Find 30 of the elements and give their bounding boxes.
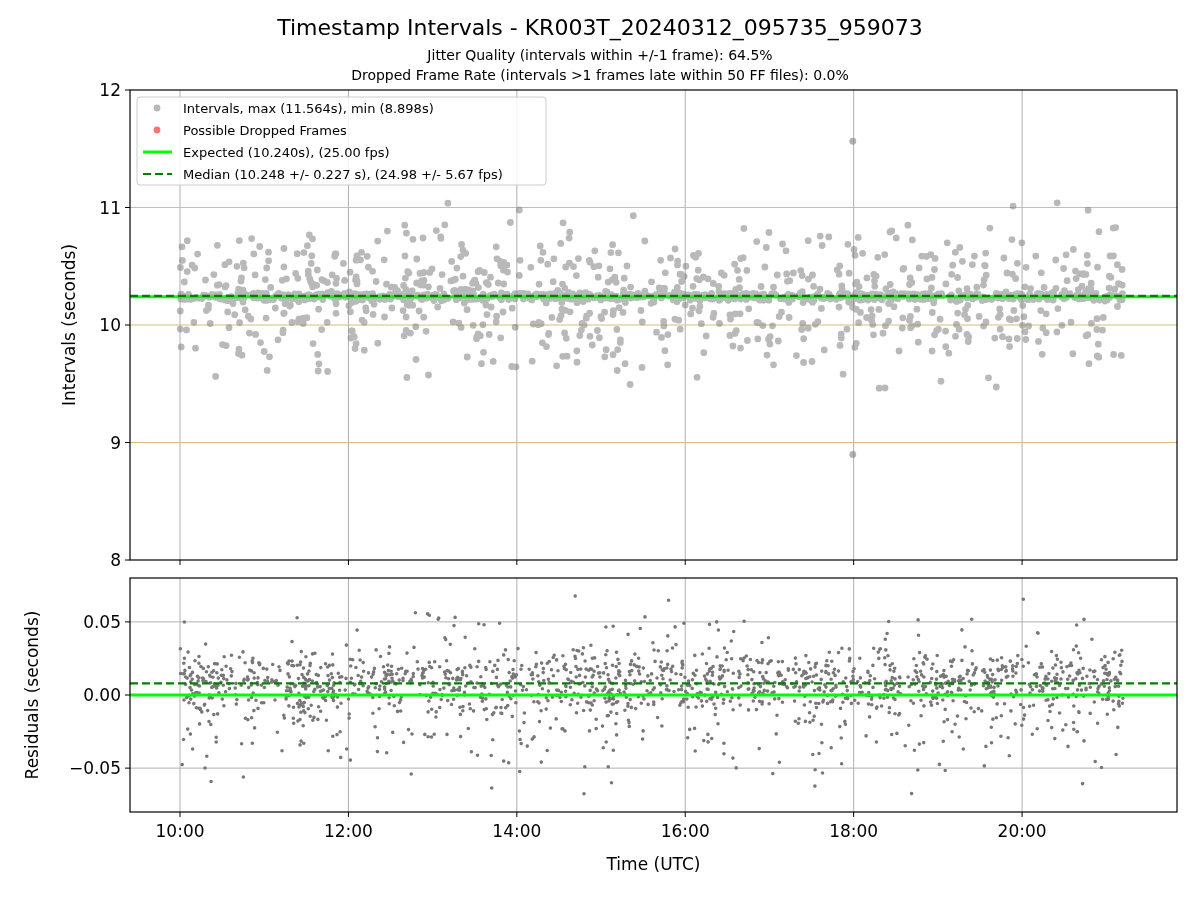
axis-label: Intervals (seconds) bbox=[59, 243, 79, 407]
tick-label: 9 bbox=[110, 432, 121, 453]
tick-label: 10:00 bbox=[155, 821, 205, 841]
tick-label: −0.05 bbox=[68, 758, 121, 779]
chart-title: Timestamp Intervals - KR003T_20240312_095735_959073 bbox=[277, 14, 923, 42]
tick-label: 12:00 bbox=[323, 821, 373, 841]
legend-line-icon bbox=[143, 150, 172, 154]
tick-label: 20:00 bbox=[997, 821, 1047, 841]
legend-label: Possible Dropped Frames bbox=[183, 123, 347, 138]
chart-subtitle: Dropped Frame Rate (intervals >1 frames late within 50 FF files): 0.0% bbox=[351, 66, 849, 85]
tick-label: 16:00 bbox=[660, 821, 710, 841]
axis-label: Residuals (seconds) bbox=[22, 610, 42, 780]
legend-line-icon bbox=[143, 172, 172, 176]
tick-label: 10 bbox=[99, 315, 121, 335]
tick-label: 11 bbox=[99, 197, 121, 218]
tick-label: 0.00 bbox=[83, 685, 121, 705]
legend-label: Median (10.248 +/- 0.227 s), (24.98 +/- 5.67 fps) bbox=[183, 167, 503, 182]
axis-label: Time (UTC) bbox=[606, 854, 701, 874]
legend-label: Expected (10.240s), (25.00 fps) bbox=[183, 145, 390, 160]
tick-label: 14:00 bbox=[492, 821, 542, 841]
tick-label: 12 bbox=[99, 80, 121, 100]
tick-label: 8 bbox=[110, 550, 121, 570]
data-point bbox=[849, 451, 857, 458]
legend-marker-icon bbox=[153, 104, 161, 112]
tick-label: 0.05 bbox=[83, 611, 121, 632]
chart-subtitle: Jitter Quality (intervals within +/-1 frame): 64.5% bbox=[427, 46, 773, 65]
legend-label: Intervals, max (11.564s), min (8.898s) bbox=[183, 101, 434, 116]
data-point bbox=[849, 137, 857, 145]
legend-marker-icon bbox=[153, 126, 161, 134]
tick-label: 18:00 bbox=[829, 821, 879, 841]
